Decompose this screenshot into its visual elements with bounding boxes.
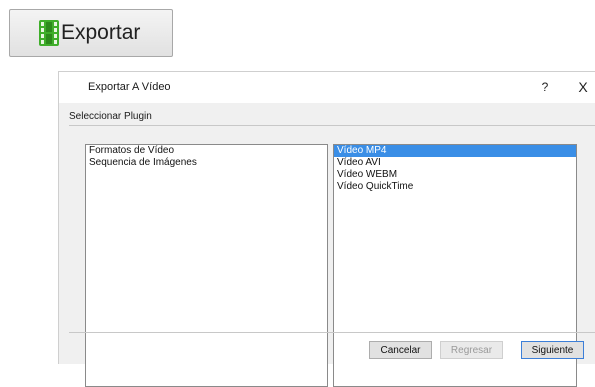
format-item-webm[interactable]: Vídeo WEBM (334, 169, 576, 181)
cancel-button[interactable]: Cancelar (369, 341, 432, 359)
footer-divider (69, 332, 595, 333)
help-button[interactable]: ? (537, 78, 553, 96)
film-icon (39, 20, 59, 46)
export-button[interactable]: Exportar (9, 9, 173, 57)
category-item-image-sequence[interactable]: Sequencia de Imágenes (86, 157, 327, 169)
dialog-titlebar: Exportar A Vídeo ? X (59, 72, 595, 103)
section-title: Seleccionar Plugin (69, 111, 152, 122)
format-item-quicktime[interactable]: Vídeo QuickTime (334, 181, 576, 193)
format-item-mp4[interactable]: Vídeo MP4 (334, 145, 576, 157)
close-button[interactable]: X (574, 78, 592, 96)
export-video-dialog: Exportar A Vídeo ? X Seleccionar Plugin … (58, 71, 595, 387)
export-button-label: Exportar (61, 21, 141, 44)
category-item-video-formats[interactable]: Formatos de Vídeo (86, 145, 327, 157)
section-divider (69, 125, 595, 126)
dialog-title: Exportar A Vídeo (88, 81, 171, 93)
category-list[interactable]: Formatos de Vídeo Sequencia de Imágenes (85, 144, 328, 387)
next-button[interactable]: Siguiente (521, 341, 584, 359)
back-button[interactable]: Regresar (440, 341, 503, 359)
format-item-avi[interactable]: Vídeo AVI (334, 157, 576, 169)
